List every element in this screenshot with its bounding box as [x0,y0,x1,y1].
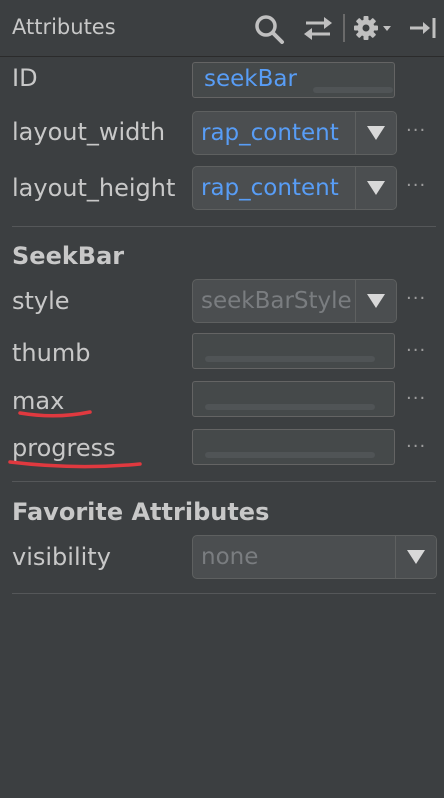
dropdown-button[interactable] [355,280,396,322]
max-field[interactable] [192,381,395,417]
search-icon[interactable] [252,12,286,44]
annotation-underline [8,460,142,469]
section-divider [12,481,436,482]
style-label: style [12,287,70,315]
chevron-down-icon [367,181,385,195]
gear-icon[interactable] [352,12,394,44]
style-value: seekBarStyle [201,288,352,314]
progress-field[interactable] [192,429,395,465]
favorites-section-title: Favorite Attributes [12,498,270,526]
thumb-label: thumb [12,339,91,367]
field-smudge [205,452,375,458]
chevron-down-icon [407,550,425,564]
collapse-icon[interactable] [408,12,438,44]
more-button[interactable]: ··· [406,288,426,309]
layout-width-dropdown[interactable]: rap_content [192,111,397,155]
field-smudge [205,356,375,362]
more-button[interactable]: ··· [406,120,426,141]
more-button[interactable]: ··· [406,388,426,409]
style-dropdown[interactable]: seekBarStyle [192,279,397,323]
toolbar-separator [343,14,345,42]
layout-height-dropdown[interactable]: rap_content [192,166,397,210]
id-field[interactable]: seekBar [192,62,395,98]
annotation-underline [18,410,92,418]
layout-width-value: rap_content [201,120,339,146]
more-button[interactable]: ··· [406,436,426,457]
visibility-label: visibility [12,543,111,571]
swap-icon[interactable] [302,12,334,44]
more-button[interactable]: ··· [406,340,426,361]
panel-title: Attributes [12,15,116,39]
id-value: seekBar [204,66,297,92]
dropdown-button[interactable] [355,167,396,209]
attributes-header: Attributes [0,0,444,57]
id-label: ID [12,64,38,92]
layout-height-value: rap_content [201,175,339,201]
section-divider [12,593,436,594]
dropdown-button[interactable] [355,112,396,154]
visibility-dropdown[interactable]: none [192,535,437,579]
layout-width-label: layout_width [12,118,166,146]
section-divider [12,226,436,227]
dropdown-button[interactable] [395,536,436,578]
chevron-down-icon [367,126,385,140]
field-smudge [313,87,393,93]
seekbar-section-title: SeekBar [12,242,125,270]
layout-height-label: layout_height [12,174,176,202]
more-button[interactable]: ··· [406,175,426,196]
visibility-value: none [201,544,259,570]
field-smudge [205,404,375,410]
thumb-field[interactable] [192,333,395,369]
chevron-down-icon [367,294,385,308]
